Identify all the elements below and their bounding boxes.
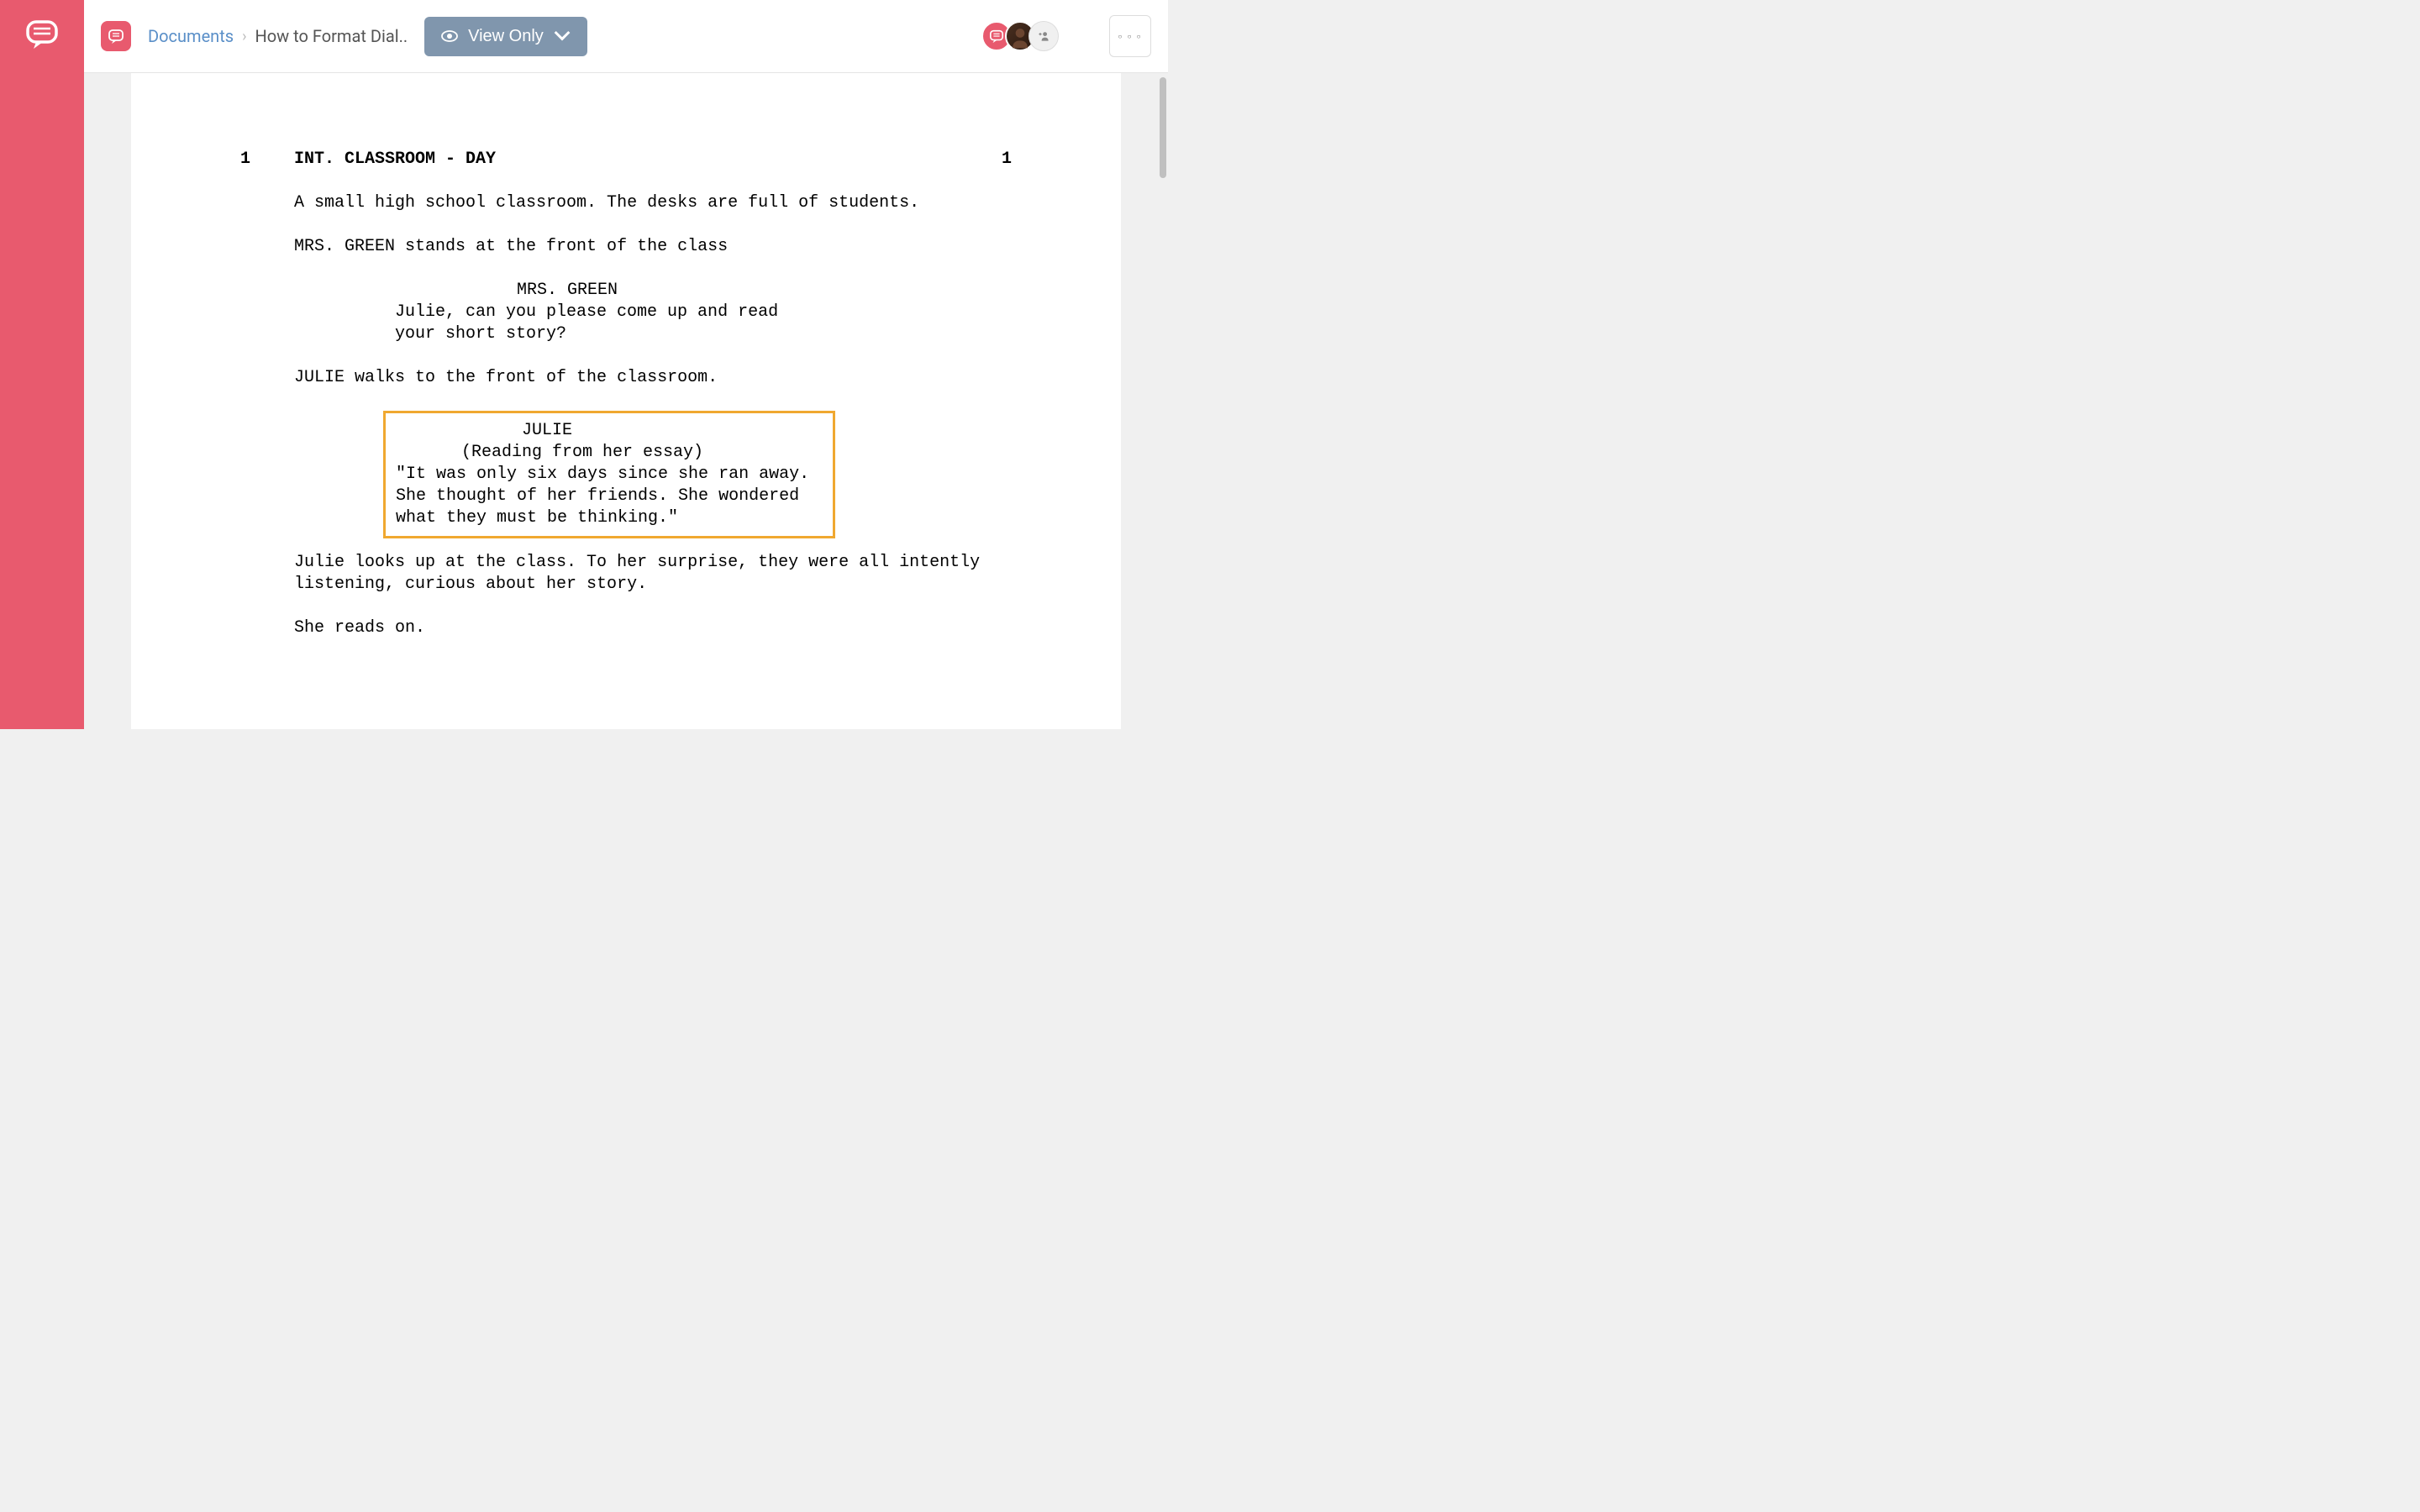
scene-number-left: 1 <box>240 149 294 171</box>
view-only-button[interactable]: View Only <box>424 17 587 56</box>
character-name: JULIE <box>396 420 823 442</box>
breadcrumb-documents[interactable]: Documents <box>148 26 234 46</box>
dialogue-line: "It was only six days since she ran away… <box>396 464 816 529</box>
toolbar: Documents › How to Format Dial.. View On… <box>84 0 1168 73</box>
eye-icon <box>441 29 458 43</box>
ellipsis-icon: ○ ○ ○ <box>1118 33 1143 40</box>
left-sidebar <box>0 0 84 729</box>
action-line: JULIE walks to the front of the classroo… <box>294 367 983 389</box>
chevron-down-icon <box>554 29 571 43</box>
person-add-icon <box>1037 29 1050 43</box>
scrollbar[interactable] <box>1160 77 1166 178</box>
character-name: MRS. GREEN <box>294 280 1012 302</box>
breadcrumb: Documents › How to Format Dial.. <box>148 26 408 46</box>
main-area: Documents › How to Format Dial.. View On… <box>84 0 1168 729</box>
highlighted-dialogue-block: JULIE (Reading from her essay) "It was o… <box>383 411 835 538</box>
chat-icon <box>989 29 1004 44</box>
screenplay-page: 1 INT. CLASSROOM - DAY 1 A small high sc… <box>131 73 1121 729</box>
breadcrumb-current: How to Format Dial.. <box>255 26 408 46</box>
chevron-right-icon: › <box>242 28 246 45</box>
scene-heading: 1 INT. CLASSROOM - DAY 1 <box>240 149 1012 171</box>
avatar-add[interactable] <box>1028 21 1059 51</box>
scene-heading-text: INT. CLASSROOM - DAY <box>294 149 978 171</box>
chat-icon <box>108 28 124 45</box>
view-only-label: View Only <box>468 27 544 46</box>
parenthetical: (Reading from her essay) <box>396 442 823 464</box>
more-options-button[interactable]: ○ ○ ○ <box>1109 15 1151 57</box>
collaborator-avatars <box>988 21 1059 51</box>
dialogue-block: MRS. GREEN Julie, can you please come up… <box>294 280 1012 345</box>
scene-number-right: 1 <box>978 149 1012 171</box>
document-badge[interactable] <box>101 21 131 51</box>
app-container: Documents › How to Format Dial.. View On… <box>0 0 1168 729</box>
action-line: A small high school classroom. The desks… <box>294 192 983 214</box>
dialogue-line: Julie, can you please come up and read y… <box>294 302 790 345</box>
app-logo-icon <box>21 13 63 55</box>
action-line: MRS. GREEN stands at the front of the cl… <box>294 236 983 258</box>
action-line: Julie looks up at the class. To her surp… <box>294 552 983 596</box>
action-line: She reads on. <box>294 617 983 639</box>
content-area: 1 INT. CLASSROOM - DAY 1 A small high sc… <box>84 73 1168 729</box>
